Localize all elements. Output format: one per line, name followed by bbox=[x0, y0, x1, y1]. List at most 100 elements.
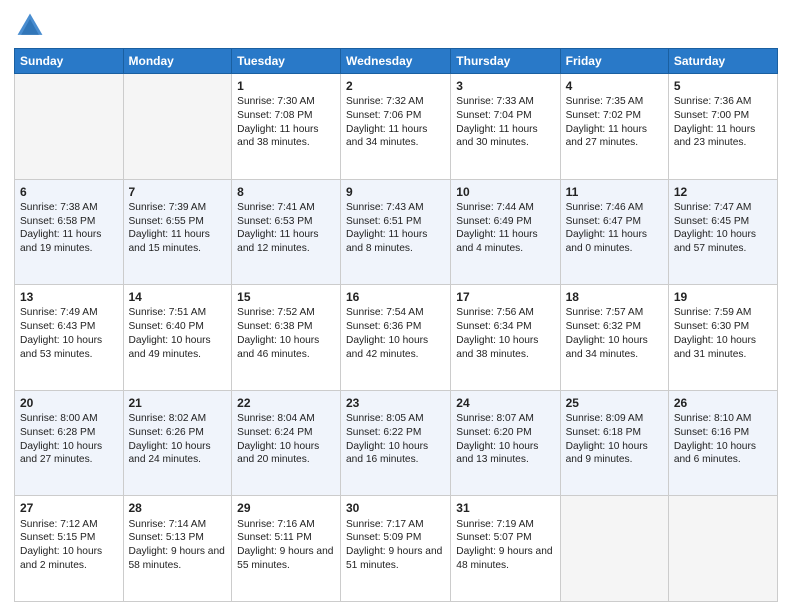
day-number: 6 bbox=[20, 184, 118, 200]
day-info: Sunrise: 7:52 AM bbox=[237, 306, 335, 320]
day-number: 4 bbox=[566, 78, 663, 94]
day-info: Sunrise: 7:47 AM bbox=[674, 201, 772, 215]
day-number: 5 bbox=[674, 78, 772, 94]
day-info: Sunset: 5:11 PM bbox=[237, 531, 335, 545]
day-info: Sunset: 6:51 PM bbox=[346, 215, 445, 229]
day-info: Sunset: 6:38 PM bbox=[237, 320, 335, 334]
calendar-week-row: 13Sunrise: 7:49 AMSunset: 6:43 PMDayligh… bbox=[15, 285, 778, 391]
day-info: Sunrise: 7:56 AM bbox=[456, 306, 554, 320]
calendar-cell: 4Sunrise: 7:35 AMSunset: 7:02 PMDaylight… bbox=[560, 74, 668, 180]
calendar-cell: 21Sunrise: 8:02 AMSunset: 6:26 PMDayligh… bbox=[123, 390, 232, 496]
day-number: 30 bbox=[346, 500, 445, 516]
calendar-week-row: 1Sunrise: 7:30 AMSunset: 7:08 PMDaylight… bbox=[15, 74, 778, 180]
day-info: Sunrise: 8:04 AM bbox=[237, 412, 335, 426]
day-info: Daylight: 11 hours and 30 minutes. bbox=[456, 123, 554, 151]
day-info: Sunset: 6:53 PM bbox=[237, 215, 335, 229]
calendar-cell: 26Sunrise: 8:10 AMSunset: 6:16 PMDayligh… bbox=[668, 390, 777, 496]
day-info: Sunset: 7:00 PM bbox=[674, 109, 772, 123]
day-number: 11 bbox=[566, 184, 663, 200]
day-info: Sunrise: 8:00 AM bbox=[20, 412, 118, 426]
calendar-cell bbox=[123, 74, 232, 180]
day-info: Daylight: 11 hours and 8 minutes. bbox=[346, 228, 445, 256]
day-info: Sunset: 6:30 PM bbox=[674, 320, 772, 334]
day-info: Sunset: 6:49 PM bbox=[456, 215, 554, 229]
calendar-week-row: 20Sunrise: 8:00 AMSunset: 6:28 PMDayligh… bbox=[15, 390, 778, 496]
calendar-cell: 23Sunrise: 8:05 AMSunset: 6:22 PMDayligh… bbox=[341, 390, 451, 496]
day-info: Daylight: 10 hours and 57 minutes. bbox=[674, 228, 772, 256]
day-info: Daylight: 10 hours and 38 minutes. bbox=[456, 334, 554, 362]
day-info: Sunset: 6:16 PM bbox=[674, 426, 772, 440]
day-info: Sunset: 6:34 PM bbox=[456, 320, 554, 334]
day-info: Daylight: 11 hours and 19 minutes. bbox=[20, 228, 118, 256]
day-number: 10 bbox=[456, 184, 554, 200]
calendar-cell: 16Sunrise: 7:54 AMSunset: 6:36 PMDayligh… bbox=[341, 285, 451, 391]
calendar-cell: 25Sunrise: 8:09 AMSunset: 6:18 PMDayligh… bbox=[560, 390, 668, 496]
weekday-header-wednesday: Wednesday bbox=[341, 49, 451, 74]
calendar-cell: 29Sunrise: 7:16 AMSunset: 5:11 PMDayligh… bbox=[232, 496, 341, 602]
day-info: Sunset: 5:15 PM bbox=[20, 531, 118, 545]
calendar-cell: 17Sunrise: 7:56 AMSunset: 6:34 PMDayligh… bbox=[451, 285, 560, 391]
day-info: Sunrise: 8:07 AM bbox=[456, 412, 554, 426]
day-number: 17 bbox=[456, 289, 554, 305]
day-info: Sunset: 6:58 PM bbox=[20, 215, 118, 229]
day-info: Sunset: 5:07 PM bbox=[456, 531, 554, 545]
day-info: Sunrise: 7:46 AM bbox=[566, 201, 663, 215]
day-number: 12 bbox=[674, 184, 772, 200]
day-number: 23 bbox=[346, 395, 445, 411]
day-info: Sunrise: 7:35 AM bbox=[566, 95, 663, 109]
day-number: 22 bbox=[237, 395, 335, 411]
day-info: Sunrise: 8:10 AM bbox=[674, 412, 772, 426]
calendar-cell bbox=[560, 496, 668, 602]
day-info: Sunrise: 7:39 AM bbox=[129, 201, 227, 215]
logo-icon bbox=[14, 10, 46, 42]
day-info: Sunrise: 7:49 AM bbox=[20, 306, 118, 320]
day-info: Daylight: 11 hours and 27 minutes. bbox=[566, 123, 663, 151]
logo bbox=[14, 10, 50, 42]
weekday-header-saturday: Saturday bbox=[668, 49, 777, 74]
calendar-cell: 22Sunrise: 8:04 AMSunset: 6:24 PMDayligh… bbox=[232, 390, 341, 496]
day-info: Sunrise: 8:02 AM bbox=[129, 412, 227, 426]
day-number: 26 bbox=[674, 395, 772, 411]
day-number: 2 bbox=[346, 78, 445, 94]
day-info: Sunrise: 7:36 AM bbox=[674, 95, 772, 109]
calendar-cell: 30Sunrise: 7:17 AMSunset: 5:09 PMDayligh… bbox=[341, 496, 451, 602]
day-info: Daylight: 11 hours and 34 minutes. bbox=[346, 123, 445, 151]
calendar-cell: 31Sunrise: 7:19 AMSunset: 5:07 PMDayligh… bbox=[451, 496, 560, 602]
day-info: Daylight: 10 hours and 42 minutes. bbox=[346, 334, 445, 362]
day-info: Daylight: 9 hours and 55 minutes. bbox=[237, 545, 335, 573]
day-info: Sunrise: 7:43 AM bbox=[346, 201, 445, 215]
day-info: Daylight: 11 hours and 15 minutes. bbox=[129, 228, 227, 256]
day-info: Daylight: 10 hours and 13 minutes. bbox=[456, 440, 554, 468]
day-info: Daylight: 10 hours and 20 minutes. bbox=[237, 440, 335, 468]
calendar-cell: 8Sunrise: 7:41 AMSunset: 6:53 PMDaylight… bbox=[232, 179, 341, 285]
day-info: Sunrise: 7:12 AM bbox=[20, 518, 118, 532]
day-info: Daylight: 10 hours and 49 minutes. bbox=[129, 334, 227, 362]
day-number: 25 bbox=[566, 395, 663, 411]
day-info: Daylight: 10 hours and 9 minutes. bbox=[566, 440, 663, 468]
calendar-cell bbox=[668, 496, 777, 602]
day-number: 28 bbox=[129, 500, 227, 516]
day-info: Daylight: 11 hours and 4 minutes. bbox=[456, 228, 554, 256]
calendar-cell: 11Sunrise: 7:46 AMSunset: 6:47 PMDayligh… bbox=[560, 179, 668, 285]
day-info: Sunset: 6:32 PM bbox=[566, 320, 663, 334]
day-info: Daylight: 10 hours and 2 minutes. bbox=[20, 545, 118, 573]
day-info: Sunset: 7:04 PM bbox=[456, 109, 554, 123]
day-info: Sunset: 6:24 PM bbox=[237, 426, 335, 440]
day-number: 24 bbox=[456, 395, 554, 411]
day-info: Daylight: 9 hours and 48 minutes. bbox=[456, 545, 554, 573]
day-info: Daylight: 10 hours and 24 minutes. bbox=[129, 440, 227, 468]
day-number: 8 bbox=[237, 184, 335, 200]
day-number: 14 bbox=[129, 289, 227, 305]
day-info: Sunset: 6:55 PM bbox=[129, 215, 227, 229]
day-info: Sunset: 7:06 PM bbox=[346, 109, 445, 123]
calendar-cell: 5Sunrise: 7:36 AMSunset: 7:00 PMDaylight… bbox=[668, 74, 777, 180]
day-info: Daylight: 10 hours and 16 minutes. bbox=[346, 440, 445, 468]
day-info: Sunset: 7:08 PM bbox=[237, 109, 335, 123]
day-number: 21 bbox=[129, 395, 227, 411]
weekday-header-thursday: Thursday bbox=[451, 49, 560, 74]
calendar-cell: 14Sunrise: 7:51 AMSunset: 6:40 PMDayligh… bbox=[123, 285, 232, 391]
header bbox=[14, 10, 778, 42]
day-info: Sunrise: 8:09 AM bbox=[566, 412, 663, 426]
calendar-week-row: 6Sunrise: 7:38 AMSunset: 6:58 PMDaylight… bbox=[15, 179, 778, 285]
day-number: 27 bbox=[20, 500, 118, 516]
